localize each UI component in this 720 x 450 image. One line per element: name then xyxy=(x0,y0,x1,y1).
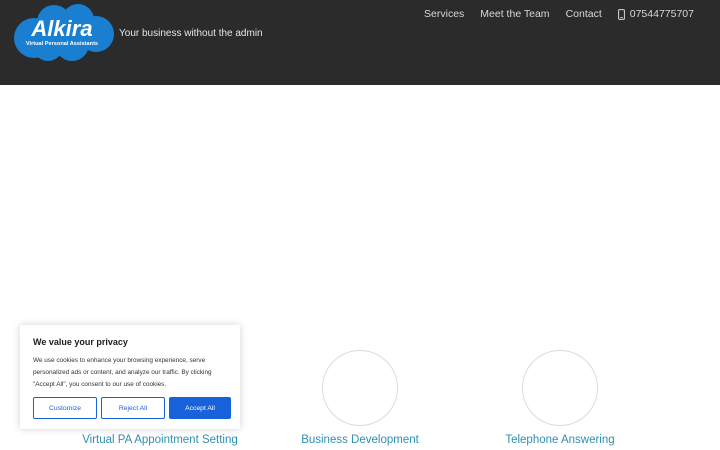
phone-number: 07544775707 xyxy=(629,8,694,20)
service-business-development[interactable]: Business Development xyxy=(260,350,460,446)
main-nav: Services Meet the Team Contact 075447757… xyxy=(424,8,694,20)
cookie-consent-banner: We value your privacy We use cookies to … xyxy=(20,325,240,429)
nav-item-services[interactable]: Services xyxy=(424,8,464,20)
nav-item-contact[interactable]: Contact xyxy=(566,8,602,20)
cookie-title: We value your privacy xyxy=(33,337,128,347)
logo-subtitle: Virtual Personal Assistants xyxy=(26,41,98,47)
nav-item-meet-the-team[interactable]: Meet the Team xyxy=(480,8,549,20)
service-image-placeholder xyxy=(522,350,598,426)
reject-all-button[interactable]: Reject All xyxy=(101,397,165,419)
tagline: Your business without the admin xyxy=(119,28,263,39)
logo-name: Alkira xyxy=(30,16,92,41)
nav-item-phone[interactable]: 07544775707 xyxy=(617,8,694,20)
service-image-placeholder xyxy=(322,350,398,426)
service-label[interactable]: Virtual PA Appointment Setting xyxy=(60,434,260,446)
customize-button[interactable]: Customize xyxy=(33,397,97,419)
mobile-phone-icon xyxy=(617,8,625,20)
service-label[interactable]: Telephone Answering xyxy=(460,434,660,446)
cookie-text: We use cookies to enhance your browsing … xyxy=(33,357,212,388)
service-telephone-answering[interactable]: Telephone Answering xyxy=(460,350,660,446)
alkira-logo[interactable]: Alkira Virtual Personal Assistants xyxy=(12,4,116,62)
site-header: Alkira Virtual Personal Assistants Your … xyxy=(0,0,720,85)
service-label[interactable]: Business Development xyxy=(260,434,460,446)
accept-all-button[interactable]: Accept All xyxy=(169,397,231,419)
cookie-buttons: Customize Reject All Accept All xyxy=(33,397,231,419)
